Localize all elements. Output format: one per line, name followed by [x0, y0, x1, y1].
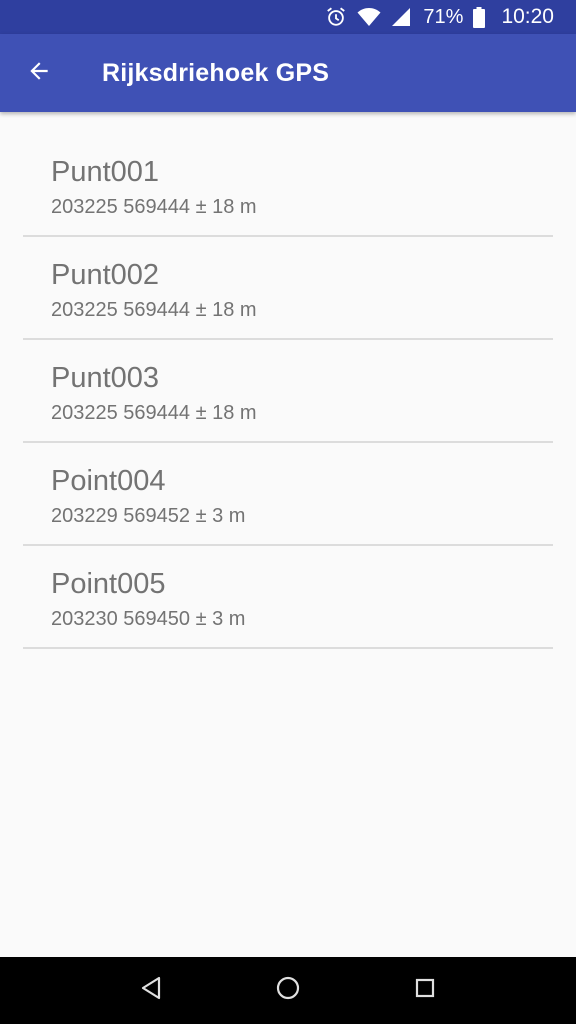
point-name: Point005	[51, 568, 166, 600]
nav-back-icon	[140, 976, 162, 1005]
nav-home-button[interactable]	[263, 966, 313, 1016]
point-coords: 203225 569444 ± 18 m	[51, 196, 257, 218]
nav-recents-icon	[415, 978, 435, 1003]
point-name: Point004	[51, 465, 166, 497]
battery-icon	[473, 6, 486, 28]
point-coords: 203230 569450 ± 3 m	[51, 608, 246, 630]
nav-back-button[interactable]	[126, 966, 176, 1016]
clock: 10:20	[501, 5, 554, 28]
list-item[interactable]: Punt002 203225 569444 ± 18 m	[23, 237, 553, 340]
status-bar: 71% 10:20	[0, 0, 576, 34]
point-name: Punt002	[51, 259, 160, 291]
wifi-icon	[357, 7, 381, 27]
battery-percent: 71%	[423, 5, 464, 28]
nav-home-icon	[276, 976, 300, 1005]
alarm-icon	[325, 6, 347, 28]
arrow-back-icon	[26, 58, 52, 89]
points-list: Punt001 203225 569444 ± 18 m Punt002 203…	[23, 112, 553, 649]
page-title: Rijksdriehoek GPS	[102, 58, 330, 87]
cell-signal-icon	[391, 7, 411, 27]
nav-recents-button[interactable]	[400, 966, 450, 1016]
list-item[interactable]: Punt003 203225 569444 ± 18 m	[23, 340, 553, 443]
list-item[interactable]: Punt001 203225 569444 ± 18 m	[23, 112, 553, 237]
point-name: Punt003	[51, 362, 160, 394]
point-coords: 203229 569452 ± 3 m	[51, 505, 246, 527]
point-name: Punt001	[51, 156, 160, 188]
back-button[interactable]	[0, 34, 78, 112]
point-coords: 203225 569444 ± 18 m	[51, 299, 257, 321]
system-nav-bar	[0, 957, 576, 1024]
app-bar: Rijksdriehoek GPS	[0, 34, 576, 112]
list-item[interactable]: Point005 203230 569450 ± 3 m	[23, 546, 553, 649]
list-item[interactable]: Point004 203229 569452 ± 3 m	[23, 443, 553, 546]
point-coords: 203225 569444 ± 18 m	[51, 402, 257, 424]
